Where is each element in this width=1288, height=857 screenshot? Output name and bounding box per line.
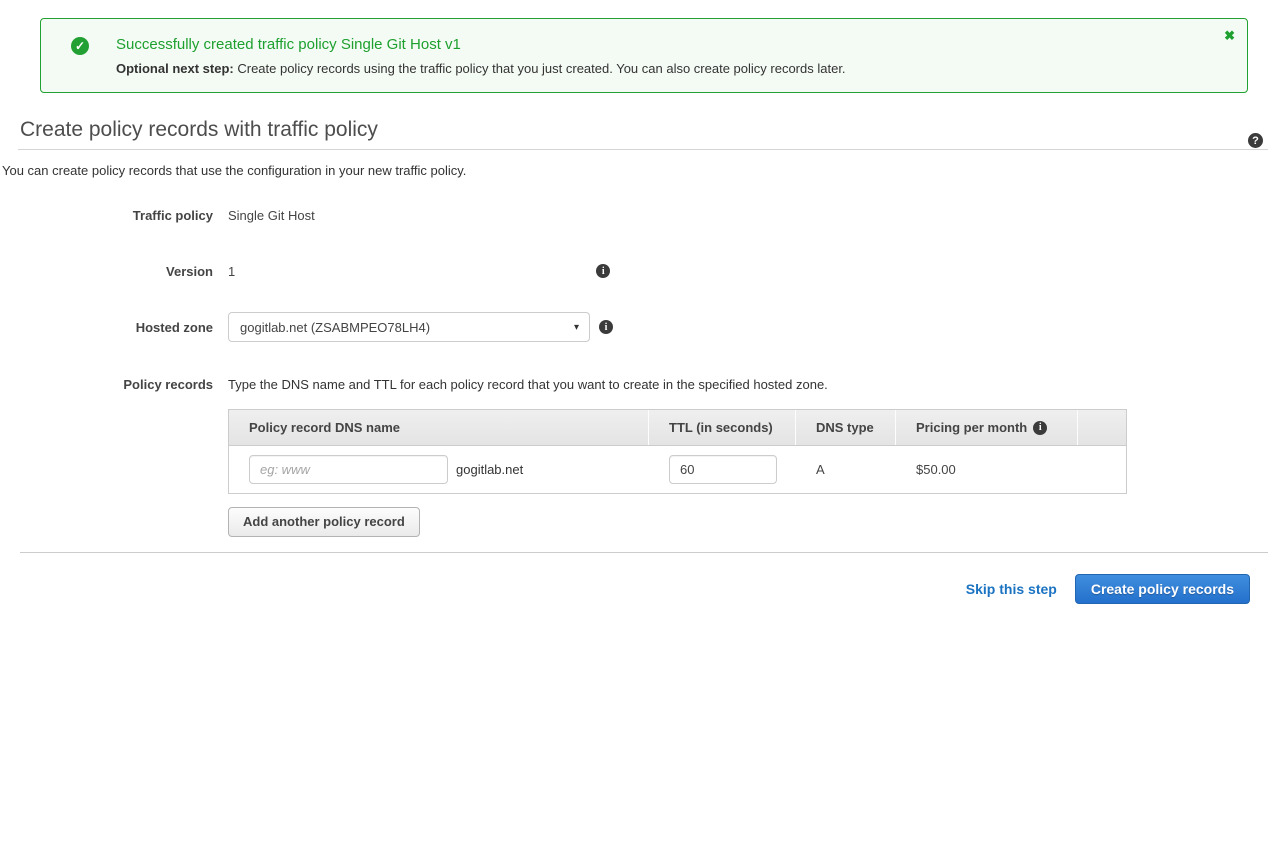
page-description: You can create policy records that use t… bbox=[2, 163, 1288, 178]
page-title: Create policy records with traffic polic… bbox=[20, 118, 1288, 142]
header-pricing-label: Pricing per month bbox=[916, 420, 1027, 435]
footer-divider bbox=[20, 552, 1268, 553]
banner-next-step-label: Optional next step: bbox=[116, 61, 234, 76]
success-banner: ✓ Successfully created traffic policy Si… bbox=[40, 18, 1248, 93]
table-header-row: Policy record DNS name TTL (in seconds) … bbox=[229, 410, 1126, 445]
ttl-input[interactable] bbox=[669, 455, 777, 484]
add-policy-record-button[interactable]: Add another policy record bbox=[228, 507, 420, 537]
policy-records-form: Traffic policy Single Git Host Version 1… bbox=[0, 208, 1288, 537]
policy-records-row: Policy records Type the DNS name and TTL… bbox=[0, 377, 1288, 537]
version-label: Version bbox=[0, 264, 213, 279]
header-pricing: Pricing per month i bbox=[896, 410, 1078, 445]
hosted-zone-label: Hosted zone bbox=[0, 320, 213, 335]
banner-title: Successfully created traffic policy Sing… bbox=[116, 36, 846, 53]
hosted-zone-selected-value: gogitlab.net (ZSABMPEO78LH4) bbox=[240, 320, 430, 335]
hosted-zone-info-icon[interactable]: i bbox=[599, 320, 613, 334]
policy-records-label: Policy records bbox=[0, 377, 213, 537]
pricing-cell: $50.00 bbox=[896, 462, 1078, 477]
chevron-down-icon: ▾ bbox=[574, 322, 579, 333]
close-icon[interactable]: ✖ bbox=[1224, 29, 1235, 42]
version-info-icon[interactable]: i bbox=[596, 264, 610, 278]
ttl-cell bbox=[649, 455, 796, 484]
help-icon[interactable]: ? bbox=[1248, 133, 1263, 148]
banner-subtitle: Optional next step: Create policy record… bbox=[116, 61, 846, 76]
traffic-policy-row: Traffic policy Single Git Host bbox=[0, 208, 1288, 223]
policy-records-description: Type the DNS name and TTL for each polic… bbox=[228, 377, 1127, 392]
traffic-policy-value: Single Git Host bbox=[228, 208, 315, 223]
header-dns-type: DNS type bbox=[796, 410, 896, 445]
dns-type-cell: A bbox=[796, 462, 896, 477]
policy-records-table: Policy record DNS name TTL (in seconds) … bbox=[228, 409, 1127, 494]
dns-suffix: gogitlab.net bbox=[456, 462, 523, 477]
header-ttl: TTL (in seconds) bbox=[649, 410, 796, 445]
table-row: gogitlab.net A $50.00 bbox=[229, 445, 1126, 493]
footer-actions: Skip this step Create policy records bbox=[0, 574, 1250, 604]
dns-name-input[interactable] bbox=[249, 455, 448, 484]
version-value: 1 bbox=[228, 264, 235, 279]
page-header: Create policy records with traffic polic… bbox=[0, 118, 1288, 178]
hosted-zone-row: Hosted zone gogitlab.net (ZSABMPEO78LH4)… bbox=[0, 312, 1288, 342]
dns-name-cell: gogitlab.net bbox=[229, 455, 649, 484]
header-empty bbox=[1078, 410, 1126, 445]
header-dns-name: Policy record DNS name bbox=[229, 410, 649, 445]
version-row: Version 1 i bbox=[0, 264, 1288, 279]
banner-next-step-text: Create policy records using the traffic … bbox=[234, 61, 846, 76]
policy-records-content: Type the DNS name and TTL for each polic… bbox=[228, 377, 1127, 537]
title-divider bbox=[18, 149, 1268, 150]
pricing-info-icon[interactable]: i bbox=[1033, 421, 1047, 435]
success-check-icon: ✓ bbox=[71, 37, 89, 55]
create-policy-records-button[interactable]: Create policy records bbox=[1075, 574, 1250, 604]
banner-text: Successfully created traffic policy Sing… bbox=[116, 36, 846, 76]
hosted-zone-select[interactable]: gogitlab.net (ZSABMPEO78LH4) ▾ bbox=[228, 312, 590, 342]
skip-step-link[interactable]: Skip this step bbox=[966, 581, 1057, 597]
traffic-policy-label: Traffic policy bbox=[0, 208, 213, 223]
